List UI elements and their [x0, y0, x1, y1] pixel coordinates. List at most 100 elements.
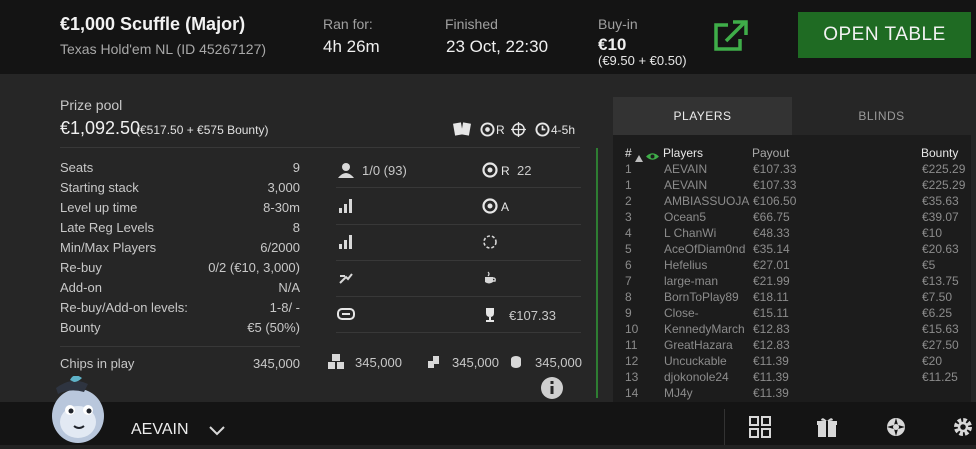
detail-value: 8 [292, 220, 300, 235]
avatar[interactable] [48, 375, 108, 444]
chips-stack-avg-icon [427, 355, 441, 369]
detail-label: Min/Max Players [60, 240, 157, 255]
rewards-icon[interactable] [885, 416, 907, 443]
cell-payout: €66.75 [753, 210, 790, 224]
tab-players[interactable]: PLAYERS [613, 97, 792, 135]
cell-bounty: €27.50 [922, 338, 959, 352]
cell-payout: €48.33 [753, 226, 790, 240]
rank-header[interactable]: # [625, 146, 632, 160]
players-header[interactable]: Players [663, 146, 703, 160]
cell-bounty: €11.25 [922, 370, 958, 384]
cell-rank: 10 [625, 322, 639, 336]
info-icon[interactable] [540, 376, 564, 400]
trophy-icon [482, 307, 498, 323]
cell-name: L ChanWi [664, 226, 717, 240]
chips-stack-large-icon [327, 353, 347, 370]
table-row[interactable]: 8 BornToPlay89 €18.11 €7.50 [613, 290, 971, 306]
table-row[interactable]: 2 AMBIASSUOJA €106.50 €35.63 [613, 194, 971, 210]
vertical-divider [596, 148, 598, 398]
ran-for-label: Ran for: [323, 16, 373, 32]
cell-name: AEVAIN [664, 162, 708, 176]
prize-pool-label: Prize pool [60, 97, 123, 113]
chips-in-play-label: Chips in play [60, 356, 135, 371]
cell-payout: €12.83 [753, 338, 790, 352]
table-row[interactable]: 9 Close- €15.11 €6.25 [613, 306, 971, 322]
players-count: 1/0 (93) [362, 163, 407, 178]
cell-payout: €11.39 [753, 386, 789, 400]
detail-label: Late Reg Levels [60, 220, 154, 235]
players-icon [337, 162, 355, 178]
bounty-header[interactable]: Bounty [921, 146, 958, 160]
chips-stack-min-icon [510, 355, 522, 369]
cell-rank: 14 [625, 386, 639, 400]
cell-name: KennedyMarch [664, 322, 745, 336]
ticket-icon [337, 307, 355, 321]
blinds-bars-icon [338, 198, 354, 214]
cell-name: MJ4y [664, 386, 693, 400]
tab-blinds[interactable]: BLINDS [792, 97, 971, 135]
detail-label: Level up time [60, 200, 138, 215]
detail-label: Bounty [60, 320, 101, 335]
coffee-break-icon [482, 270, 498, 286]
cell-rank: 1 [625, 178, 632, 192]
chevron-down-icon[interactable] [209, 423, 225, 441]
open-table-button[interactable]: OPEN TABLE [798, 12, 971, 58]
cell-bounty: €5 [922, 258, 936, 272]
ran-for-value: 4h 26m [323, 37, 380, 56]
detail-value: 3,000 [267, 180, 300, 195]
table-row[interactable]: 11 GreatHazara €12.83 €27.50 [613, 338, 971, 354]
cell-rank: 13 [625, 370, 639, 384]
detail-value: 1-8/ - [269, 300, 300, 315]
buyin-value: €10 [598, 35, 627, 54]
finished-label: Finished [445, 16, 498, 32]
finished-value: 23 Oct, 22:30 [446, 37, 549, 56]
level-bars-icon [338, 234, 354, 250]
table-row[interactable]: 12 Uncuckable €11.39 €20 [613, 354, 971, 370]
tournament-subtitle: Texas Hold'em NL (ID 45267127) [60, 41, 267, 57]
bounty-target-icon [511, 122, 526, 137]
detail-value: 8-30m [263, 200, 300, 215]
cards-icon [453, 121, 473, 137]
cell-name: large-man [664, 274, 719, 288]
clock-icon [535, 122, 550, 137]
table-row[interactable]: 14 MJ4y €11.39 [613, 386, 971, 402]
chips-stack-avg: 345,000 [452, 355, 499, 370]
table-row[interactable]: 6 Hefelius €27.01 €5 [613, 258, 971, 274]
prize-pool-value: €1,092.50 [60, 118, 141, 138]
table-row[interactable]: 1 AEVAIN €107.33 €225.29 [613, 162, 971, 178]
detail-value: €5 (50%) [247, 320, 300, 335]
detail-value: 0/2 (€10, 3,000) [208, 260, 300, 275]
external-open-icon[interactable] [712, 19, 750, 53]
buyin-label: Buy-in [598, 16, 638, 32]
cell-name: AMBIASSUOJA [664, 194, 750, 208]
addon-chip-icon [482, 198, 498, 214]
table-row[interactable]: 7 large-man €21.99 €13.75 [613, 274, 971, 290]
detail-row: Min/Max Players 6/2000 [60, 240, 300, 258]
cell-bounty: €39.07 [922, 210, 959, 224]
detail-row: Add-on N/A [60, 280, 300, 298]
cell-rank: 4 [625, 226, 632, 240]
username[interactable]: AEVAIN [131, 421, 189, 439]
cell-payout: €11.39 [753, 370, 789, 384]
table-row[interactable]: 13 djokonole24 €11.39 €11.25 [613, 370, 971, 386]
detail-label: Starting stack [60, 180, 139, 195]
table-row[interactable]: 3 Ocean5 €66.75 €39.07 [613, 210, 971, 226]
cell-bounty: €6.25 [922, 306, 953, 320]
payout-header[interactable]: Payout [752, 146, 789, 160]
table-row[interactable]: 1 AEVAIN €107.33 €225.29 [613, 178, 971, 194]
divider [60, 346, 300, 347]
table-row[interactable]: 10 KennedyMarch €12.83 €15.63 [613, 322, 971, 338]
footer-bar: AEVAIN [0, 375, 976, 445]
table-row[interactable]: 5 AceOfDiam0nd €35.14 €20.63 [613, 242, 971, 258]
chips-stack-min: 345,000 [535, 355, 582, 370]
cell-bounty: €20.63 [922, 242, 959, 256]
lobby-grid-icon[interactable] [749, 416, 771, 443]
cell-bounty: €35.63 [922, 194, 959, 208]
table-row[interactable]: 4 L ChanWi €48.33 €10 [613, 226, 971, 242]
detail-value: 9 [292, 160, 300, 175]
detail-row: Level up time 8-30m [60, 200, 300, 218]
rebuy-label: R [501, 164, 510, 178]
detail-label: Re-buy/Add-on levels: [60, 300, 188, 315]
gear-icon[interactable] [952, 416, 974, 443]
gift-icon[interactable] [816, 416, 838, 443]
